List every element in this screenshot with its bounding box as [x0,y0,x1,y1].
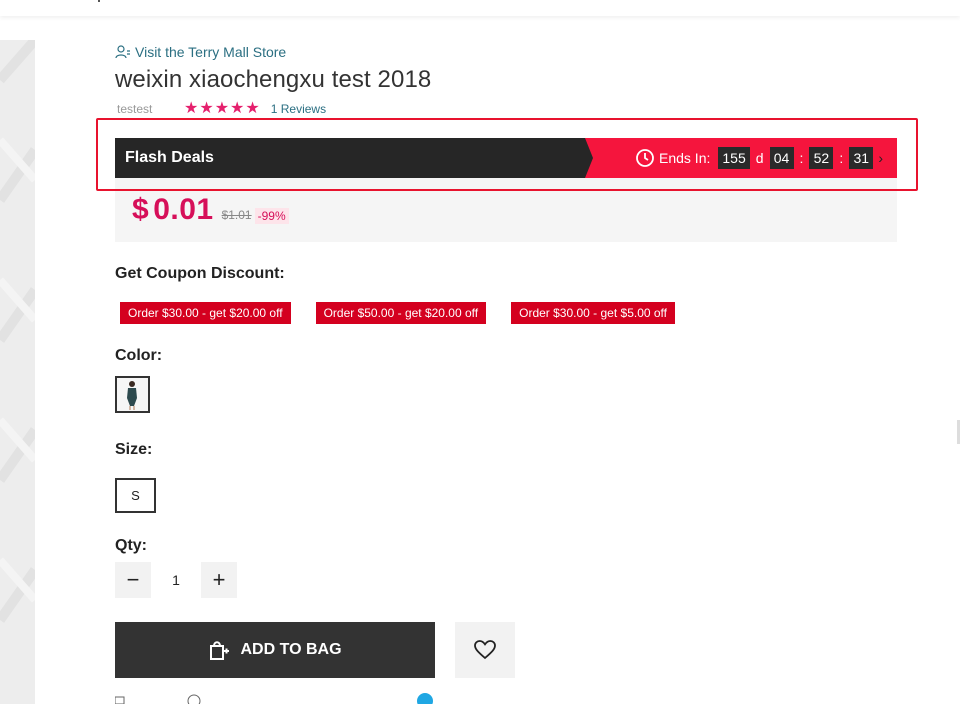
time-separator: : [799,150,804,166]
chevron-right-icon[interactable]: › [878,150,883,166]
color-swatch[interactable] [115,376,150,413]
product-meta-row: testest ★★★★★ 1 Reviews [117,100,326,117]
gallery-background-pattern [0,40,35,623]
quantity-stepper: − 1 + [115,562,237,598]
visit-store-link[interactable]: Visit the Terry Mall Store [115,44,286,60]
coupon-list: Order $30.00 - get $20.00 off Order $50.… [120,302,676,324]
countdown-minutes: 52 [809,147,834,169]
product-title: weixin xiaochengxu test 2018 [115,66,432,93]
qty-label: Qty: [115,537,147,554]
size-label: Size: [115,441,153,458]
reviews-link[interactable]: 1 Reviews [271,102,326,116]
rating-stars: ★★★★★ [184,100,261,117]
countdown-timer: Ends In: 155 d 04 : 52 : 31 [635,147,874,169]
skype-icon[interactable] [417,693,433,704]
original-price: $1.01 [221,208,252,222]
return-icon [187,694,201,704]
coupon-item[interactable]: Order $30.00 - get $5.00 off [511,302,676,324]
current-price-value: 0.01 [153,193,214,226]
color-swatch-thumbnail [117,378,148,411]
days-unit: d [755,150,764,166]
countdown-seconds: 31 [849,147,874,169]
add-to-bag-button[interactable]: ADD TO BAG [115,622,435,678]
coupon-section-label: Get Coupon Discount: [115,265,285,282]
discount-badge: -99% [254,208,289,224]
flash-countdown-panel[interactable]: Ends In: 155 d 04 : 52 : 31 › [585,138,897,178]
heart-icon [474,640,496,660]
product-image-gallery[interactable] [0,40,35,704]
ends-in-label: Ends In: [659,150,711,166]
wishlist-button[interactable] [455,622,515,678]
size-option-s[interactable]: S [115,478,156,513]
truck-icon [115,696,125,704]
flash-deals-title: Flash Deals [125,149,214,166]
shopping-bag-icon [210,641,230,660]
qty-decrease-button[interactable]: − [115,562,151,598]
qty-value[interactable]: 1 [151,572,201,588]
flash-deals-bar: Flash Deals Ends In: 155 d 04 : 52 : 31 … [115,138,897,178]
countdown-days: 155 [718,147,750,169]
time-separator: : [839,150,844,166]
coupon-item[interactable]: Order $30.00 - get $20.00 off [120,302,291,324]
header-text-fragment [98,0,100,2]
store-user-icon [115,45,130,59]
store-link-label[interactable]: Visit the Terry Mall Store [135,44,286,60]
color-label: Color: [115,347,163,364]
brand-name: testest [117,102,153,116]
coupon-item[interactable]: Order $50.00 - get $20.00 off [315,302,487,324]
price-row: $0.01 $1.01 -99% [132,193,289,227]
top-header-bar [0,0,960,16]
service-info-row [115,693,433,704]
countdown-hours: 04 [769,147,794,169]
currency-symbol: $ [132,193,150,226]
clock-icon [636,149,654,167]
current-price: $0.01 [132,193,214,227]
qty-increase-button[interactable]: + [201,562,237,598]
add-to-bag-label: ADD TO BAG [240,641,342,658]
